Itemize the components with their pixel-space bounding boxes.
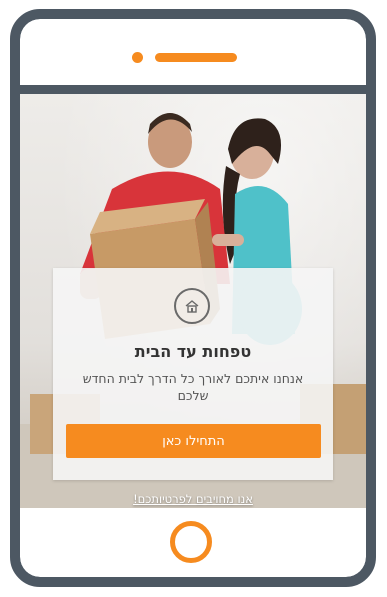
house-icon (174, 288, 210, 324)
phone-bottom-bezel (20, 508, 366, 577)
welcome-card: טפחות עד הבית אנחנו איתכם לאורך כל הדרך … (53, 268, 333, 480)
app-screen: טפחות עד הבית אנחנו איתכם לאורך כל הדרך … (20, 94, 366, 508)
phone-top-bezel (20, 19, 366, 85)
privacy-commitment-link[interactable]: אנו מחויבים לפרטיותכם! (20, 492, 366, 506)
phone-frame: טפחות עד הבית אנחנו איתכם לאורך כל הדרך … (10, 9, 376, 587)
card-subtitle: אנחנו איתכם לאורך כל הדרך לבית החדש שלכם (82, 371, 304, 403)
speaker-slot-icon (155, 53, 237, 62)
home-button-icon (170, 521, 212, 563)
card-title: טפחות עד הבית (134, 342, 252, 361)
start-here-button[interactable]: התחילו כאן (66, 424, 321, 458)
camera-dot-icon (132, 52, 143, 63)
